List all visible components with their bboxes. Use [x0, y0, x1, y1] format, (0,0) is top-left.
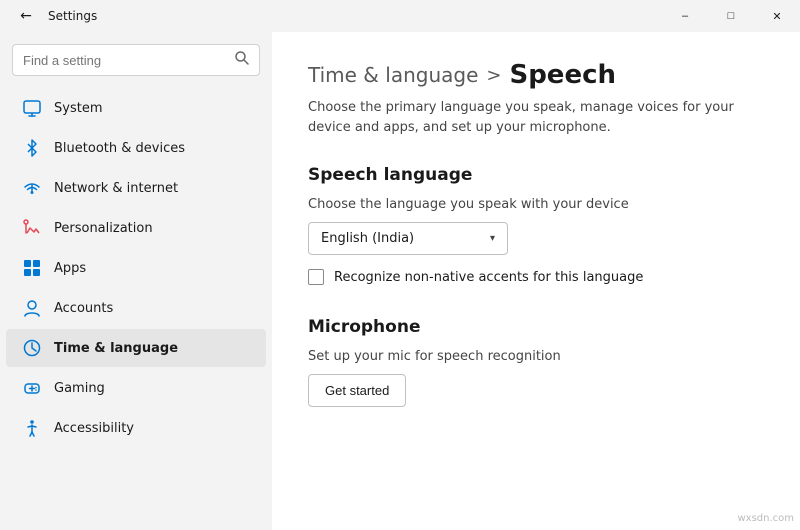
search-input[interactable]: [23, 53, 227, 68]
breadcrumb-separator: >: [486, 65, 501, 86]
watermark: wxsdn.com: [737, 513, 794, 524]
microphone-section: Microphone Set up your mic for speech re…: [308, 317, 764, 407]
sidebar-item-label-accessibility: Accessibility: [54, 421, 134, 436]
titlebar-title: Settings: [48, 9, 97, 23]
sidebar-item-gaming[interactable]: Gaming: [6, 369, 266, 407]
search-box[interactable]: [12, 44, 260, 76]
sidebar-item-label-bluetooth: Bluetooth & devices: [54, 141, 185, 156]
microphone-title: Microphone: [308, 317, 764, 337]
sidebar-item-label-time: Time & language: [54, 341, 178, 356]
sidebar-item-accessibility[interactable]: Accessibility: [6, 409, 266, 447]
titlebar-left: ← Settings: [12, 2, 97, 30]
sidebar: System Bluetooth & devices Network & int…: [0, 32, 272, 530]
accessibility-icon: [22, 418, 42, 438]
checkbox-label: Recognize non-native accents for this la…: [334, 270, 643, 285]
language-dropdown[interactable]: English (India) ▾: [308, 222, 508, 255]
non-native-checkbox[interactable]: [308, 269, 324, 285]
checkbox-row: Recognize non-native accents for this la…: [308, 269, 764, 285]
sidebar-item-label-accounts: Accounts: [54, 301, 113, 316]
sidebar-item-label-personalization: Personalization: [54, 221, 153, 236]
speech-language-title: Speech language: [308, 165, 764, 185]
maximize-button[interactable]: □: [708, 0, 754, 32]
minimize-button[interactable]: –: [662, 0, 708, 32]
apps-icon: [22, 258, 42, 278]
speech-language-section: Speech language Choose the language you …: [308, 165, 764, 285]
sidebar-item-system[interactable]: System: [6, 89, 266, 127]
breadcrumb-current: Speech: [509, 60, 616, 90]
sidebar-item-bluetooth[interactable]: Bluetooth & devices: [6, 129, 266, 167]
page-description: Choose the primary language you speak, m…: [308, 98, 764, 137]
sidebar-item-label-network: Network & internet: [54, 181, 178, 196]
sidebar-item-apps[interactable]: Apps: [6, 249, 266, 287]
sidebar-item-label-apps: Apps: [54, 261, 86, 276]
bluetooth-icon: [22, 138, 42, 158]
titlebar-controls: – □ ✕: [662, 0, 800, 32]
sidebar-item-label-gaming: Gaming: [54, 381, 105, 396]
sidebar-item-network[interactable]: Network & internet: [6, 169, 266, 207]
sidebar-item-time[interactable]: Time & language: [6, 329, 266, 367]
sidebar-item-label-system: System: [54, 101, 102, 116]
sidebar-item-personalization[interactable]: Personalization: [6, 209, 266, 247]
accounts-icon: [22, 298, 42, 318]
titlebar: ← Settings – □ ✕: [0, 0, 800, 32]
gaming-icon: [22, 378, 42, 398]
speech-language-subtitle: Choose the language you speak with your …: [308, 197, 764, 212]
sidebar-item-accounts[interactable]: Accounts: [6, 289, 266, 327]
back-button[interactable]: ←: [12, 2, 40, 30]
breadcrumb-parent[interactable]: Time & language: [308, 63, 478, 87]
microphone-subtitle: Set up your mic for speech recognition: [308, 349, 764, 364]
content-area: Time & language > Speech Choose the prim…: [272, 32, 800, 530]
close-button[interactable]: ✕: [754, 0, 800, 32]
time-icon: [22, 338, 42, 358]
search-icon: [235, 51, 249, 69]
chevron-down-icon: ▾: [490, 233, 495, 244]
breadcrumb: Time & language > Speech: [308, 60, 764, 90]
personalization-icon: [22, 218, 42, 238]
network-icon: [22, 178, 42, 198]
main-layout: System Bluetooth & devices Network & int…: [0, 32, 800, 530]
get-started-button[interactable]: Get started: [308, 374, 406, 407]
dropdown-value: English (India): [321, 231, 414, 246]
system-icon: [22, 98, 42, 118]
